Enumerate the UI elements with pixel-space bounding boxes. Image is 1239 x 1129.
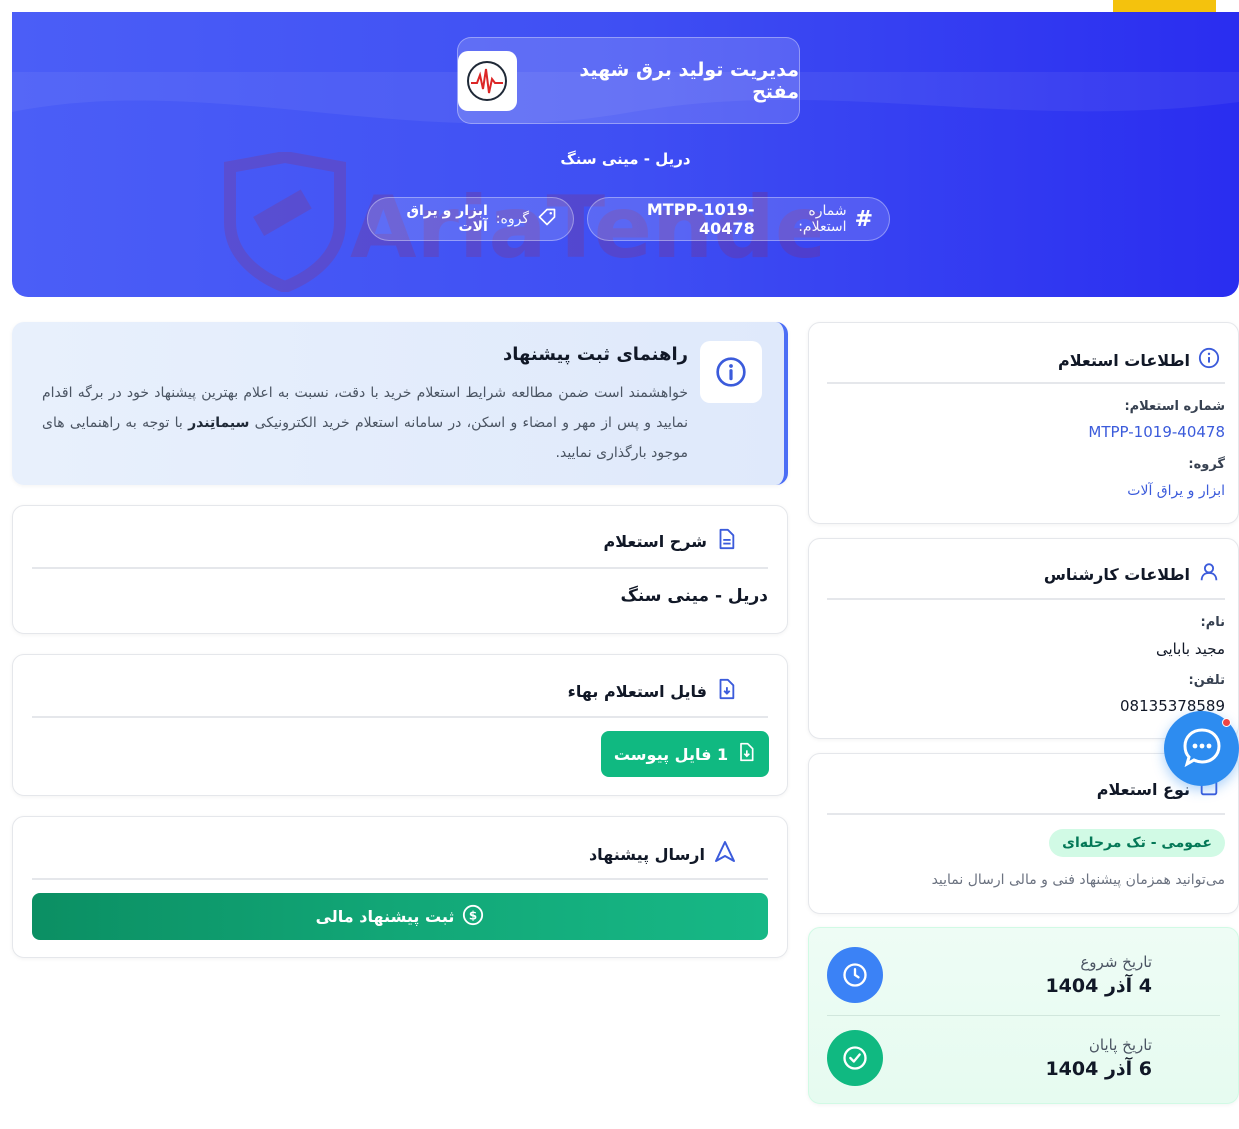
divider <box>32 567 768 569</box>
divider <box>827 382 1225 384</box>
expert-phone-value: 08135378589 <box>1120 697 1225 715</box>
start-date-value: 4 آذر 1404 <box>1045 975 1152 997</box>
svg-text:$: $ <box>469 908 477 922</box>
dates-card: تاریخ شروع 4 آذر 1404 تاریخ پایان 6 آذر … <box>808 927 1239 1104</box>
notification-dot <box>1222 718 1231 727</box>
inquiry-type-card: نوع استعلام عمومی - تک مرحله‌ای می‌توانی… <box>808 753 1239 914</box>
divider <box>827 813 1225 815</box>
divider <box>827 598 1225 600</box>
inquiry-group-label: گروه: <box>495 211 529 227</box>
submit-financial-offer-button[interactable]: $ ثبت پیشنهاد مالی <box>32 893 768 940</box>
inquiry-info-title: اطلاعات استعلام <box>1058 350 1190 370</box>
inquiry-group-label: گروه: <box>1188 457 1225 472</box>
inquiry-number-value[interactable]: MTPP-1019-40478 <box>827 423 1225 441</box>
info-icon <box>1198 347 1220 373</box>
inquiry-group-value[interactable]: ابزار و یراق آلات <box>827 483 1225 499</box>
clock-icon <box>827 947 883 1003</box>
description-title: شرح استعلام <box>603 531 707 551</box>
top-accent-tab[interactable] <box>1113 0 1216 12</box>
tag-icon <box>537 207 557 231</box>
expert-info-card: اطلاعات کارشناس نام: مجید بابایی تلفن: 0… <box>808 538 1239 739</box>
end-date-row: تاریخ پایان 6 آذر 1404 <box>827 1023 1220 1093</box>
user-icon <box>1198 561 1220 587</box>
organization-logo <box>458 50 517 111</box>
price-file-card: فایل استعلام بهاء 1 فایل پیوست <box>12 654 788 796</box>
organization-box: مدیریت تولید برق شهید مفتح <box>457 37 800 124</box>
submit-offer-card: ارسال پیشنهاد $ ثبت پیشنهاد مالی <box>12 816 788 958</box>
inquiry-info-header: اطلاعات استعلام <box>1058 347 1220 373</box>
start-date-text: تاریخ شروع 4 آذر 1404 <box>1045 953 1152 997</box>
inquiry-number-pill: # شماره استعلام: MTPP-1019-40478 <box>587 197 890 241</box>
inquiry-number-label: شماره استعلام: <box>798 203 847 235</box>
start-date-label: تاریخ شروع <box>1080 953 1152 971</box>
submit-title: ارسال پیشنهاد <box>588 844 705 864</box>
expert-name-value: مجید بابایی <box>1155 640 1225 658</box>
inquiry-info-card: اطلاعات استعلام شماره استعلام: MTPP-1019… <box>808 322 1239 524</box>
inquiry-subject: دریل - مینی سنگ <box>560 150 691 168</box>
inquiry-number-label: شماره استعلام: <box>1124 399 1225 414</box>
inquiry-type-note: می‌توانید همزمان پیشنهاد فنی و مالی ارسا… <box>931 872 1225 888</box>
guide-text: خواهشمند است ضمن مطالعه شرایط استعلام خر… <box>42 385 688 461</box>
expert-header: اطلاعات کارشناس <box>1044 561 1220 587</box>
guide-title: راهنمای ثبت پیشنهاد <box>502 344 688 365</box>
dollar-icon: $ <box>462 904 484 930</box>
expert-phone-label: تلفن: <box>1188 673 1225 688</box>
end-date-value: 6 آذر 1404 <box>1045 1058 1152 1080</box>
expert-title: اطلاعات کارشناس <box>1043 564 1190 584</box>
file-download-icon <box>736 742 756 766</box>
info-icon <box>700 341 762 403</box>
top-bar <box>0 0 1239 12</box>
file-download-icon <box>715 678 737 704</box>
start-date-row: تاریخ شروع 4 آذر 1404 <box>827 940 1220 1010</box>
document-icon <box>715 528 737 554</box>
inquiry-type-badge: عمومی - تک مرحله‌ای <box>1049 829 1225 857</box>
brand-name: سیماتِندر <box>188 415 250 431</box>
description-header: شرح استعلام <box>604 528 737 554</box>
organization-name: مدیریت تولید برق شهید مفتح <box>579 58 799 103</box>
divider <box>32 716 768 718</box>
submit-financial-offer-label: ثبت پیشنهاد مالی <box>315 907 455 926</box>
inquiry-number-value: MTPP-1019-40478 <box>646 200 755 238</box>
file-title: فایل استعلام بهاء <box>567 681 707 701</box>
description-text: دریل - مینی سنگ <box>620 586 768 606</box>
end-date-label: تاریخ پایان <box>1088 1036 1152 1054</box>
expert-name-label: نام: <box>1200 615 1226 630</box>
inquiry-type-title: نوع استعلام <box>1096 779 1190 799</box>
attachment-button[interactable]: 1 فایل پیوست <box>601 731 769 777</box>
attachment-button-label: 1 فایل پیوست <box>613 744 729 764</box>
description-card: شرح استعلام دریل - مینی سنگ <box>12 505 788 634</box>
send-icon <box>713 840 737 868</box>
divider <box>827 1015 1220 1016</box>
inquiry-type-badge-row: عمومی - تک مرحله‌ای <box>827 829 1225 857</box>
hash-icon: # <box>854 206 873 232</box>
submission-guide-card: راهنمای ثبت پیشنهاد خواهشمند است ضمن مطا… <box>12 322 788 485</box>
check-circle-icon <box>827 1030 883 1086</box>
chat-bubble-icon <box>1179 724 1225 774</box>
inquiry-group-pill: گروه: ابزار و یراق آلات <box>367 197 574 241</box>
inquiry-group-value: ابزار و یراق آلات <box>406 203 488 235</box>
submit-header: ارسال پیشنهاد <box>589 840 737 868</box>
divider <box>32 878 768 880</box>
inquiry-hero-banner: AriaTender.neT مدیریت تولید برق شهید مفت… <box>12 12 1239 297</box>
file-header: فایل استعلام بهاء <box>568 678 737 704</box>
end-date-text: تاریخ پایان 6 آذر 1404 <box>1045 1036 1152 1080</box>
